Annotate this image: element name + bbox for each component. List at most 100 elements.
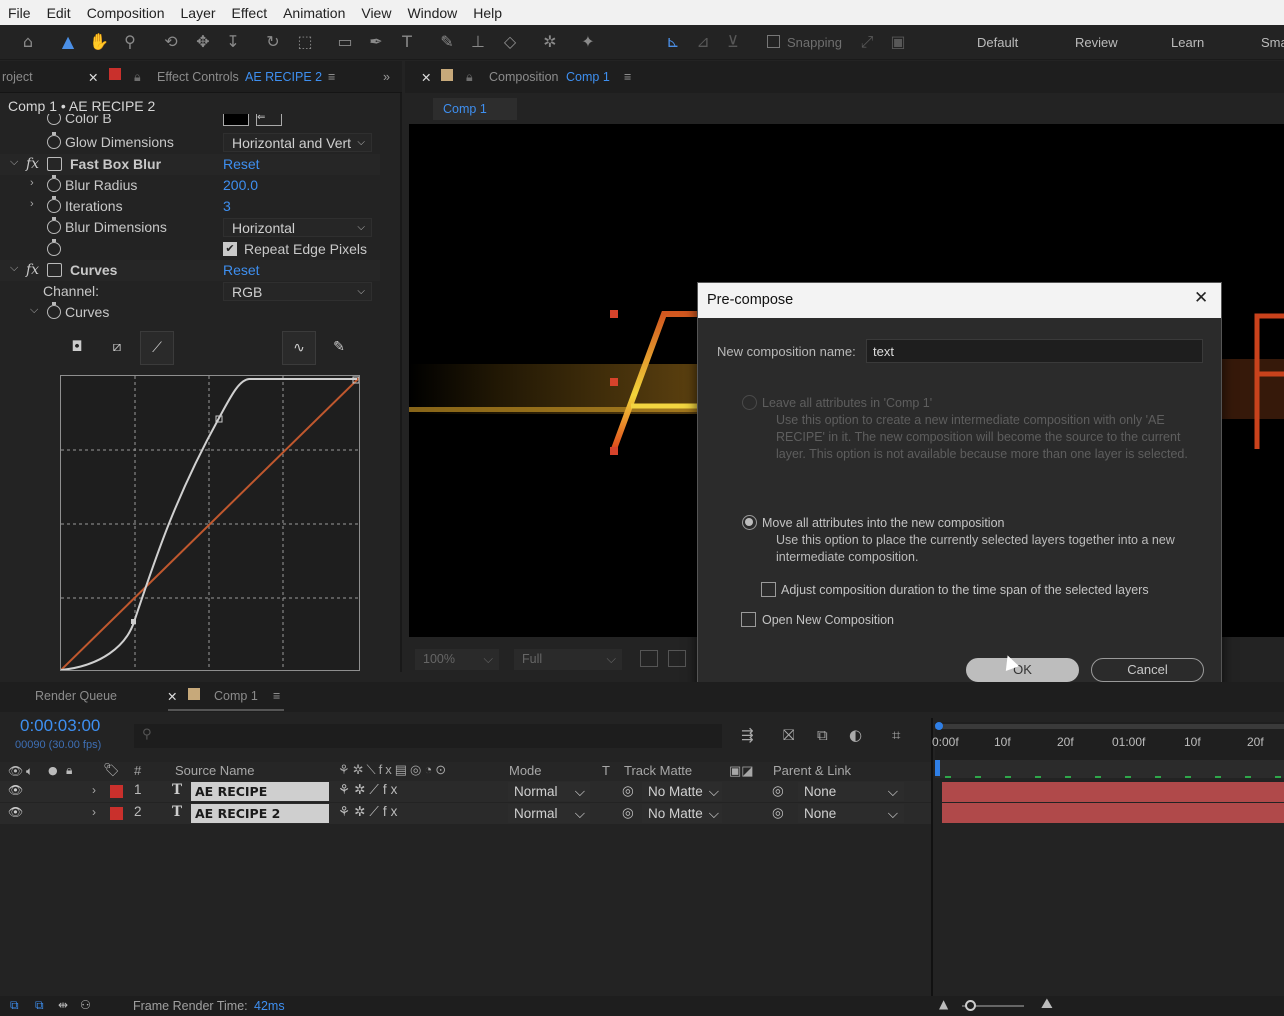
graph-editor-icon[interactable]: ⌗ xyxy=(892,726,900,744)
curve-size-medium-icon[interactable]: ⧄ xyxy=(100,331,134,365)
work-area-bar[interactable] xyxy=(935,724,1284,729)
repeat-edge-checkbox[interactable]: ✔ xyxy=(223,242,237,256)
stopwatch-icon[interactable] xyxy=(47,302,61,319)
eraser-tool-icon[interactable]: ◇ xyxy=(499,31,521,53)
stopwatch-icon[interactable] xyxy=(47,196,61,213)
leave-attributes-radio[interactable] xyxy=(742,395,757,410)
menu-view[interactable]: View xyxy=(353,5,399,21)
orbit-camera-icon[interactable]: ⟲ xyxy=(160,31,182,53)
close-icon[interactable]: ✕ xyxy=(167,689,177,704)
toggle-layer-switches-icon[interactable]: ⧉ xyxy=(10,998,19,1013)
color-swatch[interactable] xyxy=(223,114,249,126)
curve-size-large-icon[interactable]: ⟋ xyxy=(140,331,174,365)
fast-box-blur-reset-link[interactable]: Reset xyxy=(223,156,260,172)
lock-icon[interactable]: 🔒︎ xyxy=(466,70,473,85)
magnification-dropdown[interactable]: 100% ⌵ xyxy=(415,649,499,670)
local-axis-icon[interactable]: ⊾ xyxy=(662,31,684,53)
tab-composition[interactable]: Composition xyxy=(489,70,558,84)
pan-camera-icon[interactable]: ✥ xyxy=(192,31,214,53)
close-icon[interactable]: ✕ xyxy=(88,70,98,85)
parent-dropdown[interactable]: None ⌵ xyxy=(798,804,904,823)
spiral-icon[interactable]: ◎ xyxy=(622,783,634,799)
layer-switches[interactable]: ⚘✲⟋fx xyxy=(338,804,401,820)
fx-icon[interactable]: fx xyxy=(26,262,39,278)
type-tool-icon[interactable]: T xyxy=(396,31,418,53)
toggle-in-out-icon[interactable]: ⇹ xyxy=(58,998,68,1012)
pickwhip-icon[interactable]: ◎ xyxy=(772,805,784,821)
composition-name-input[interactable] xyxy=(866,339,1203,363)
toggle-transfer-controls-icon[interactable]: ⧉ xyxy=(35,998,44,1013)
eye-icon[interactable]: 👁︎ xyxy=(8,783,23,797)
stopwatch-icon[interactable] xyxy=(47,175,61,192)
view-axis-icon[interactable]: ⊻ xyxy=(722,31,744,53)
glow-dimensions-dropdown[interactable]: Horizontal and Vert ⌵ xyxy=(223,133,372,152)
layer-row-1[interactable]: 👁︎ › 1 T AE RECIPE ⚘✲⟋fx Normal ⌵ ◎ No Ma… xyxy=(0,781,932,802)
col-source-name[interactable]: Source Name xyxy=(175,763,254,778)
clone-stamp-icon[interactable]: ⊥ xyxy=(467,31,489,53)
fast-previews-icon[interactable] xyxy=(640,650,658,667)
expand-panels-icon[interactable]: » xyxy=(383,70,390,84)
layer-label-color[interactable] xyxy=(110,807,123,820)
close-icon[interactable]: ✕ xyxy=(421,70,431,85)
tab-project[interactable]: roject xyxy=(2,70,33,84)
stopwatch-icon[interactable] xyxy=(47,217,61,234)
layer-bar-1[interactable] xyxy=(942,782,1284,802)
chevron-down-icon[interactable]: ⌵ xyxy=(10,262,18,275)
pencil-curve-icon[interactable]: ✎ xyxy=(322,331,356,365)
tab-composition-name[interactable]: Comp 1 xyxy=(566,70,610,84)
move-attributes-radio[interactable] xyxy=(742,515,757,530)
layer-row-2[interactable]: 👁︎ › 2 T AE RECIPE 2 ⚘✲⟋fx Normal ⌵ ◎ No … xyxy=(0,803,932,824)
ok-button[interactable]: OK xyxy=(966,658,1079,682)
curves-reset-link[interactable]: Reset xyxy=(223,262,260,278)
layer-bar-2[interactable] xyxy=(942,803,1284,823)
workspace-small[interactable]: Sma xyxy=(1261,35,1284,50)
eyedropper-icon[interactable]: ⇐ xyxy=(256,114,282,126)
tab-effect-controls[interactable]: Effect Controls xyxy=(157,70,239,84)
curve-size-small-icon[interactable]: ◘ xyxy=(60,331,94,365)
menu-help[interactable]: Help xyxy=(465,5,510,21)
zoom-in-icon[interactable]: ⛰ xyxy=(1041,996,1053,1012)
frame-blending-icon[interactable]: ◐ xyxy=(849,726,862,744)
label-tag-icon[interactable]: 🏷︎ xyxy=(103,763,120,778)
menu-file[interactable]: File xyxy=(0,5,39,21)
current-time-indicator[interactable] xyxy=(935,760,940,776)
chevron-right-icon[interactable]: › xyxy=(92,805,96,819)
stopwatch-icon[interactable] xyxy=(47,114,61,125)
tab-timeline-comp[interactable]: Comp 1 xyxy=(214,689,258,703)
close-icon[interactable]: ✕ xyxy=(1194,288,1208,308)
blend-mode-dropdown[interactable]: Normal ⌵ xyxy=(508,804,590,823)
cancel-button[interactable]: Cancel xyxy=(1091,658,1204,682)
current-timecode[interactable]: 0:00:03:00 xyxy=(20,716,100,736)
channel-dropdown[interactable]: RGB ⌵ xyxy=(223,282,372,301)
rectangle-tool-icon[interactable]: ▭ xyxy=(334,31,356,53)
render-time-icon[interactable]: ⚇ xyxy=(80,998,91,1012)
lock-icon[interactable]: 🔒︎ xyxy=(66,763,72,778)
chevron-down-icon[interactable]: ⌵ xyxy=(10,156,18,169)
spiral-icon[interactable]: ◎ xyxy=(622,805,634,821)
chevron-right-icon[interactable]: › xyxy=(30,177,34,189)
open-new-composition-checkbox[interactable] xyxy=(741,612,756,627)
menu-window[interactable]: Window xyxy=(399,5,465,21)
roto-brush-icon[interactable]: ✲ xyxy=(539,31,561,53)
panel-menu-icon[interactable]: ≡ xyxy=(273,689,280,703)
audio-icon[interactable]: 🔈︎ xyxy=(26,764,33,779)
layer-switches[interactable]: ⚘✲⟋fx xyxy=(338,782,401,798)
solo-icon[interactable]: ● xyxy=(48,764,58,777)
panel-menu-icon[interactable]: ≡ xyxy=(328,70,335,84)
rotation-tool-icon[interactable]: ↻ xyxy=(262,31,284,53)
lock-icon[interactable]: 🔒︎ xyxy=(134,70,141,85)
blur-radius-value[interactable]: 200.0 xyxy=(223,177,258,193)
comp-viewer-tab[interactable]: Comp 1 xyxy=(433,98,517,120)
puppet-tool-icon[interactable]: ✦ xyxy=(577,31,599,53)
dolly-camera-icon[interactable]: ↧ xyxy=(222,31,244,53)
workspace-learn[interactable]: Learn xyxy=(1171,35,1204,50)
shy-layers-icon[interactable]: ⧉ xyxy=(817,726,828,744)
blur-dimensions-dropdown[interactable]: Horizontal ⌵ xyxy=(223,218,372,237)
snap-edge-icon[interactable]: ⤢ xyxy=(856,31,878,53)
snap-feature-icon[interactable]: ▣ xyxy=(887,31,909,53)
menu-composition[interactable]: Composition xyxy=(79,5,173,21)
pen-tool-icon[interactable]: ✒ xyxy=(365,31,387,53)
fx-icon[interactable]: fx xyxy=(26,156,39,172)
composition-mini-flowchart-icon[interactable]: ⇶ xyxy=(741,726,754,744)
eye-icon[interactable]: 👁︎ xyxy=(8,764,23,778)
